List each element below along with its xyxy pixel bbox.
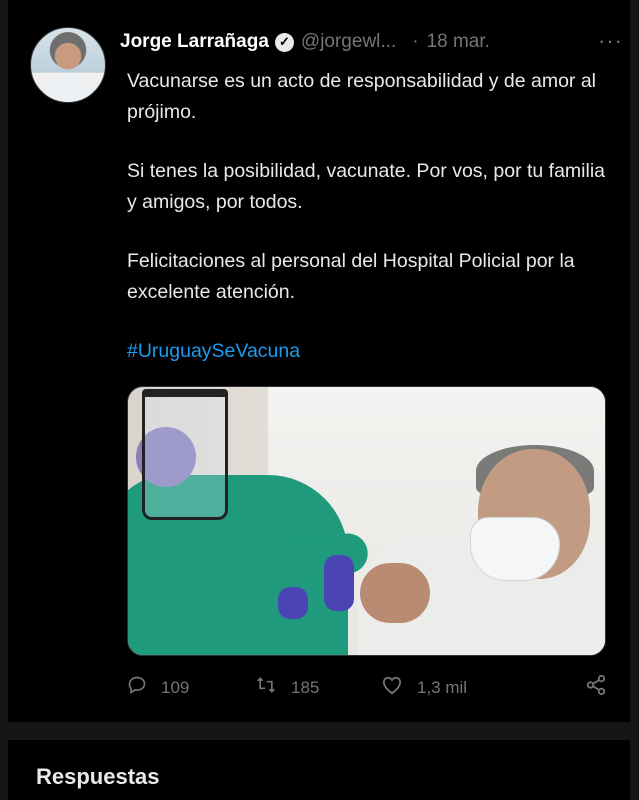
photo-face-shield [142,389,228,520]
reply-icon [127,675,147,701]
tweet-paragraph: Si tenes la posibilidad, vacunate. Por v… [127,160,606,213]
photo-glove [278,587,308,619]
tweet-paragraph: Felicitaciones al personal del Hospital … [127,250,575,303]
photo-man-hand [360,563,430,623]
tweet-paragraph: Vacunarse es un acto de responsabilidad … [127,70,597,123]
section-divider [8,722,630,740]
tweet-photo[interactable] [127,386,606,656]
share-button[interactable] [585,674,607,702]
like-count: 1,3 mil [417,678,468,697]
reply-count: 109 [161,678,190,697]
retweet-button[interactable]: 185 [255,675,381,701]
like-button[interactable]: 1,3 mil [381,675,581,701]
tweet-text: Vacunarse es un acto de responsabilidad … [127,66,617,395]
author-handle[interactable]: @jorgewl... [301,31,396,53]
hashtag-link[interactable]: #UruguaySeVacuna [127,340,300,362]
tweet-header: Jorge Larrañaga ✓ @jorgewl... · 18 mar. [120,30,629,54]
photo-face-mask [470,517,560,581]
heart-icon [381,675,403,701]
tweet-date[interactable]: 18 mar. [427,31,490,53]
avatar[interactable] [30,27,106,103]
retweet-icon [255,675,277,701]
reply-button[interactable]: 109 [127,675,255,701]
replies-heading: Respuestas [36,764,160,789]
more-options-icon[interactable]: ··· [598,30,623,52]
tweet-actions: 109 185 1,3 mil [127,673,607,703]
share-icon [585,674,607,702]
author-name[interactable]: Jorge Larrañaga [120,31,269,53]
photo-glove [324,555,354,611]
verified-badge-icon: ✓ [274,32,294,52]
retweet-count: 185 [291,678,320,697]
avatar-shirt [43,78,93,102]
separator: · [412,31,419,52]
